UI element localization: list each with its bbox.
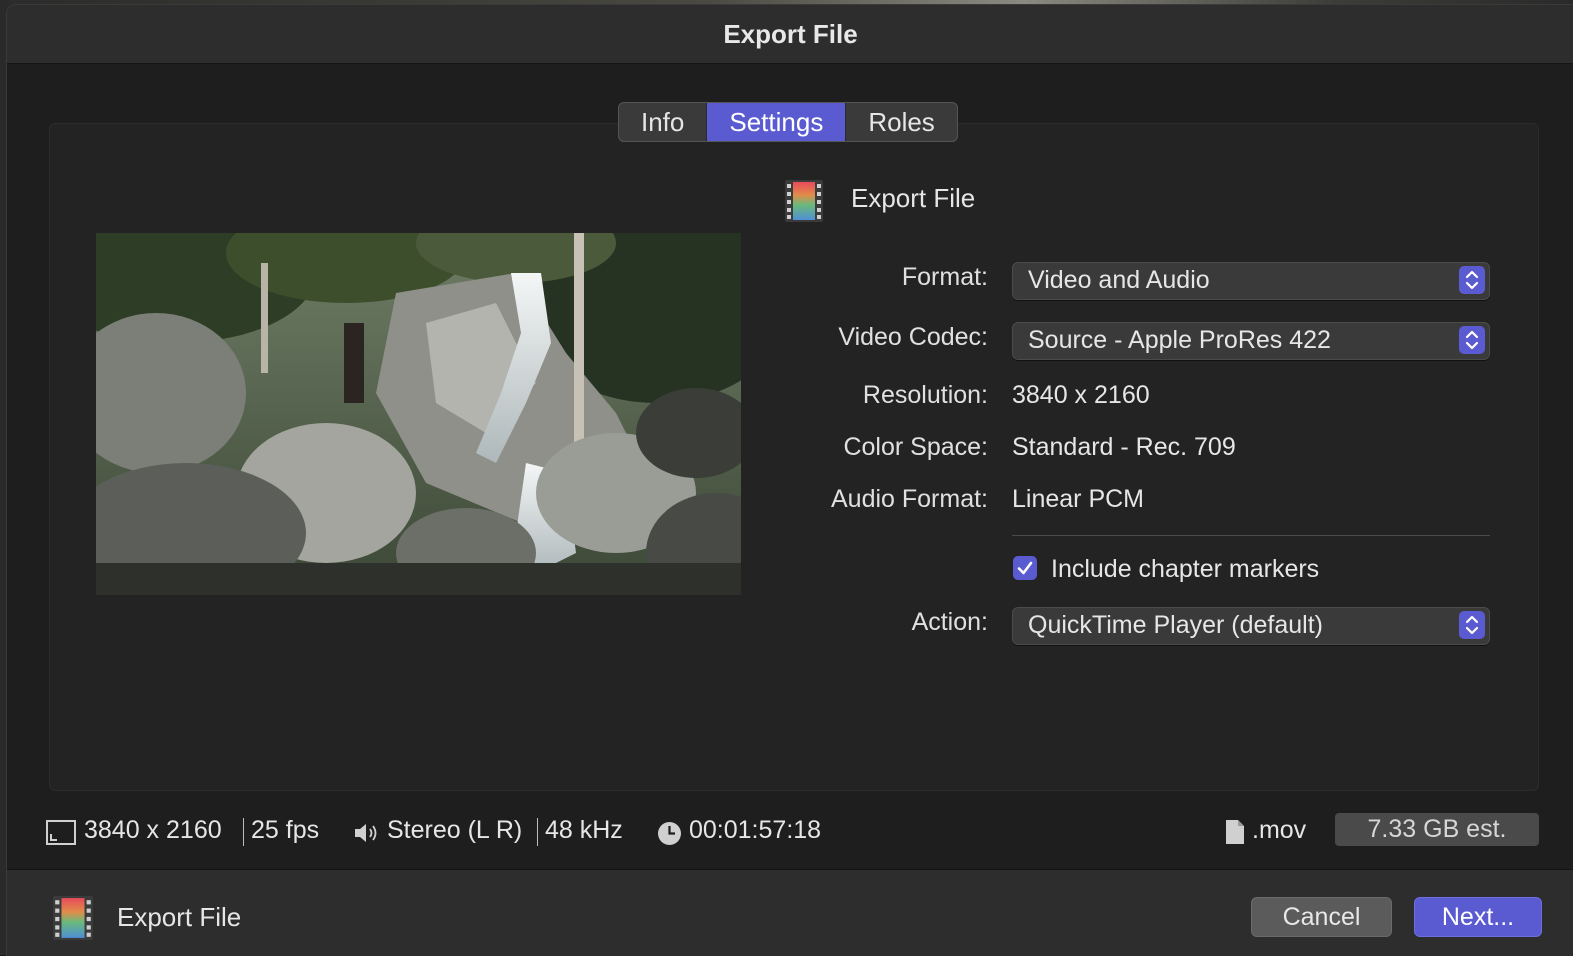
chapter-markers-label[interactable]: Include chapter markers [1051,555,1319,584]
window-title: Export File [723,18,858,49]
tab-bar: Info Settings Roles [618,102,958,142]
format-label: Format: [901,263,988,291]
speaker-icon [353,821,381,850]
next-button[interactable]: Next... [1414,897,1542,937]
video-codec-label: Video Codec: [838,323,988,351]
chapter-markers-checkbox[interactable] [1013,556,1037,580]
summary-fps: 25 fps [251,816,320,844]
checkmark-icon [1017,561,1033,575]
video-codec-popup[interactable]: Source - Apple ProRes 422 [1012,322,1490,360]
tab-info[interactable]: Info [619,103,708,141]
color-space-value: Standard - Rec. 709 [1012,433,1236,461]
summary-resolution: 3840 x 2160 [84,816,222,844]
video-preview-thumbnail [96,233,741,595]
video-codec-value: Source - Apple ProRes 422 [1028,326,1331,354]
chevron-up-down-icon [1459,266,1485,294]
frame-size-icon [46,820,76,850]
dialog-footer: Export File Cancel Next... [7,869,1573,956]
film-strip-icon [53,896,93,940]
resolution-label: Resolution: [862,381,988,409]
action-value: QuickTime Player (default) [1028,611,1323,639]
chevron-up-down-icon [1459,611,1485,639]
document-icon [1225,819,1245,850]
summary-duration: 00:01:57:18 [689,816,822,844]
clock-icon [657,821,682,851]
action-popup[interactable]: QuickTime Player (default) [1012,607,1490,645]
export-summary-bar: 3840 x 2160 25 fps Stereo (L R) 48 kHz 0… [7,813,1573,853]
film-strip-icon [785,180,823,222]
action-label: Action: [911,608,988,636]
cancel-button[interactable]: Cancel [1251,897,1392,937]
format-popup[interactable]: Video and Audio [1012,262,1490,300]
tab-settings[interactable]: Settings [707,103,847,141]
destination-title: Export File [851,183,976,213]
separator [243,818,244,846]
audio-format-value: Linear PCM [1012,485,1144,513]
chevron-up-down-icon [1459,326,1485,354]
waterfall-preview-image [96,233,741,595]
summary-sample-rate: 48 kHz [545,816,623,844]
resolution-value: 3840 x 2160 [1012,381,1150,409]
export-dialog: Export File Info Settings Roles Export F… [6,4,1573,956]
color-space-label: Color Space: [843,433,988,461]
format-value: Video and Audio [1028,266,1210,294]
divider [1012,535,1490,536]
audio-format-label: Audio Format: [830,485,988,513]
footer-destination-label: Export File [117,902,242,932]
summary-file-extension: .mov [1252,816,1307,844]
size-estimate-badge: 7.33 GB est. [1335,813,1539,846]
title-bar: Export File [7,5,1573,64]
tab-roles[interactable]: Roles [846,103,956,141]
separator [537,818,538,846]
summary-audio-channels: Stereo (L R) [387,816,523,844]
